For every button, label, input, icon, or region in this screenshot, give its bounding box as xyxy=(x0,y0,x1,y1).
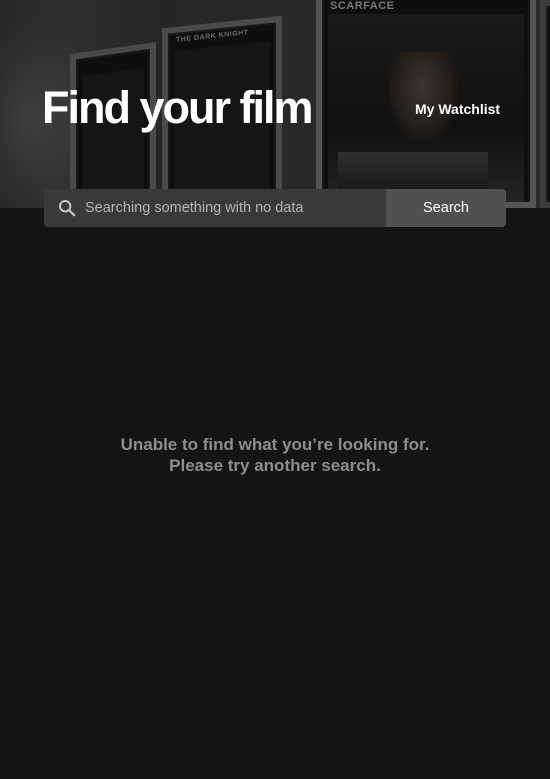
my-watchlist-link[interactable]: My Watchlist xyxy=(415,101,500,117)
page: THE DARK KNIGHT SCARFACE Find your film … xyxy=(0,0,550,779)
search-button[interactable]: Search xyxy=(386,189,506,227)
empty-results-message: Unable to find what you’re looking for. … xyxy=(120,435,430,475)
search-icon xyxy=(58,199,76,217)
page-title: Find your film xyxy=(42,82,313,133)
search-input[interactable] xyxy=(44,189,386,227)
search-bar: Search xyxy=(44,189,506,227)
search-field xyxy=(44,189,386,227)
